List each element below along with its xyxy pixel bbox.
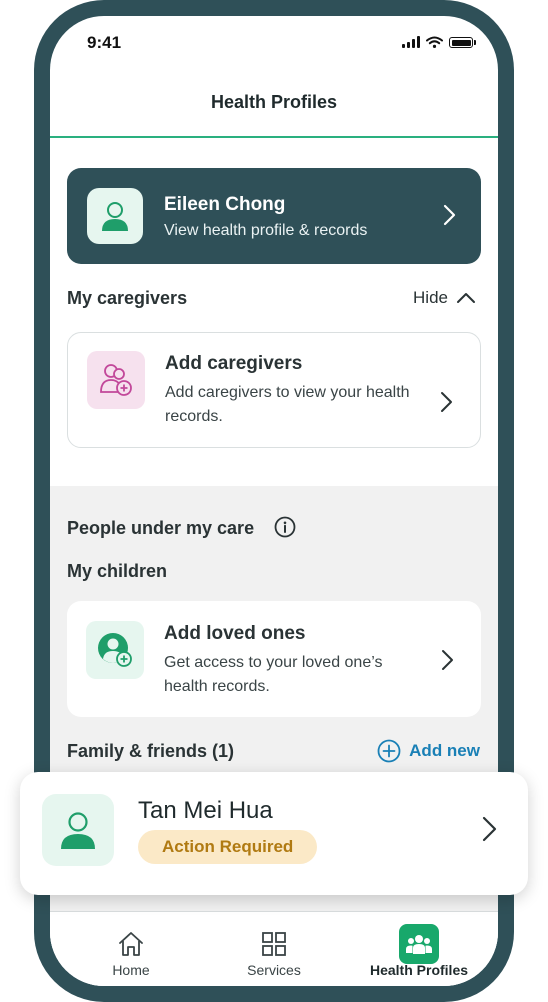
bottom-nav: Home Services Health Profiles — [50, 911, 498, 986]
people-icon — [399, 924, 439, 964]
status-bar: 9:41 — [50, 16, 498, 66]
plus-circle-icon — [377, 739, 401, 763]
family-friends-title: Family & friends (1) — [67, 741, 235, 761]
profile-name: Eileen Chong — [164, 194, 286, 215]
add-new-label: Add new — [409, 741, 480, 760]
grid-icon — [254, 924, 294, 964]
status-time: 9:41 — [87, 33, 122, 52]
chevron-right-icon — [441, 392, 452, 412]
avatar — [87, 188, 143, 244]
page-title: Health Profiles — [210, 92, 338, 112]
add-new-button[interactable]: Add new — [377, 739, 480, 763]
hide-caregivers-toggle[interactable]: Hide — [413, 288, 476, 308]
user-icon — [102, 202, 128, 231]
nav-home-label: Home — [112, 962, 150, 978]
battery-tip — [474, 40, 476, 45]
add-caregiver-icon — [100, 364, 132, 396]
add-person-icon — [98, 633, 132, 667]
my-profile-card[interactable]: Eileen Chong View health profile & recor… — [67, 168, 481, 264]
user-icon — [61, 812, 95, 849]
my-children-title: My children — [67, 561, 168, 581]
info-icon[interactable] — [274, 516, 296, 538]
add-caregivers-title: Add caregivers — [165, 353, 303, 374]
add-loved-ones-description: Get access to your loved one’s health re… — [164, 654, 383, 695]
chevron-right-icon — [482, 816, 497, 842]
hide-label: Hide — [413, 288, 448, 307]
profile-subtitle: View health profile & records — [164, 222, 368, 239]
family-member-card[interactable]: Tan Mei Hua Action Required — [20, 772, 528, 895]
header-divider — [50, 136, 498, 138]
wifi-icon — [426, 36, 443, 48]
caregivers-section-title: My caregivers — [67, 288, 188, 308]
avatar — [42, 794, 114, 866]
chevron-up-icon — [457, 293, 475, 303]
chevron-right-icon — [443, 204, 456, 226]
home-icon — [111, 924, 151, 964]
family-member-name: Tan Mei Hua — [138, 797, 273, 824]
battery-icon — [449, 37, 473, 48]
signal-icon — [402, 36, 420, 48]
nav-services-label: Services — [247, 962, 301, 978]
people-under-care-title: People under my care — [67, 518, 255, 538]
add-caregiver-avatar — [87, 351, 145, 409]
chevron-right-icon — [442, 650, 453, 670]
status-badge: Action Required — [138, 830, 318, 864]
add-caregivers-card[interactable]: Add caregivers Add caregivers to view yo… — [67, 332, 481, 448]
add-loved-ones-title: Add loved ones — [164, 623, 306, 644]
nav-home[interactable]: Home — [66, 912, 196, 986]
add-loved-ones-card[interactable]: Add loved ones Get access to your loved … — [67, 601, 481, 717]
add-caregivers-description: Add caregivers to view your health recor… — [165, 384, 410, 425]
add-loved-one-avatar — [86, 621, 144, 679]
status-icons — [402, 36, 476, 48]
nav-services[interactable]: Services — [209, 912, 339, 986]
nav-health-profiles[interactable]: Health Profiles — [354, 912, 484, 986]
nav-health-profiles-label: Health Profiles — [369, 962, 469, 978]
